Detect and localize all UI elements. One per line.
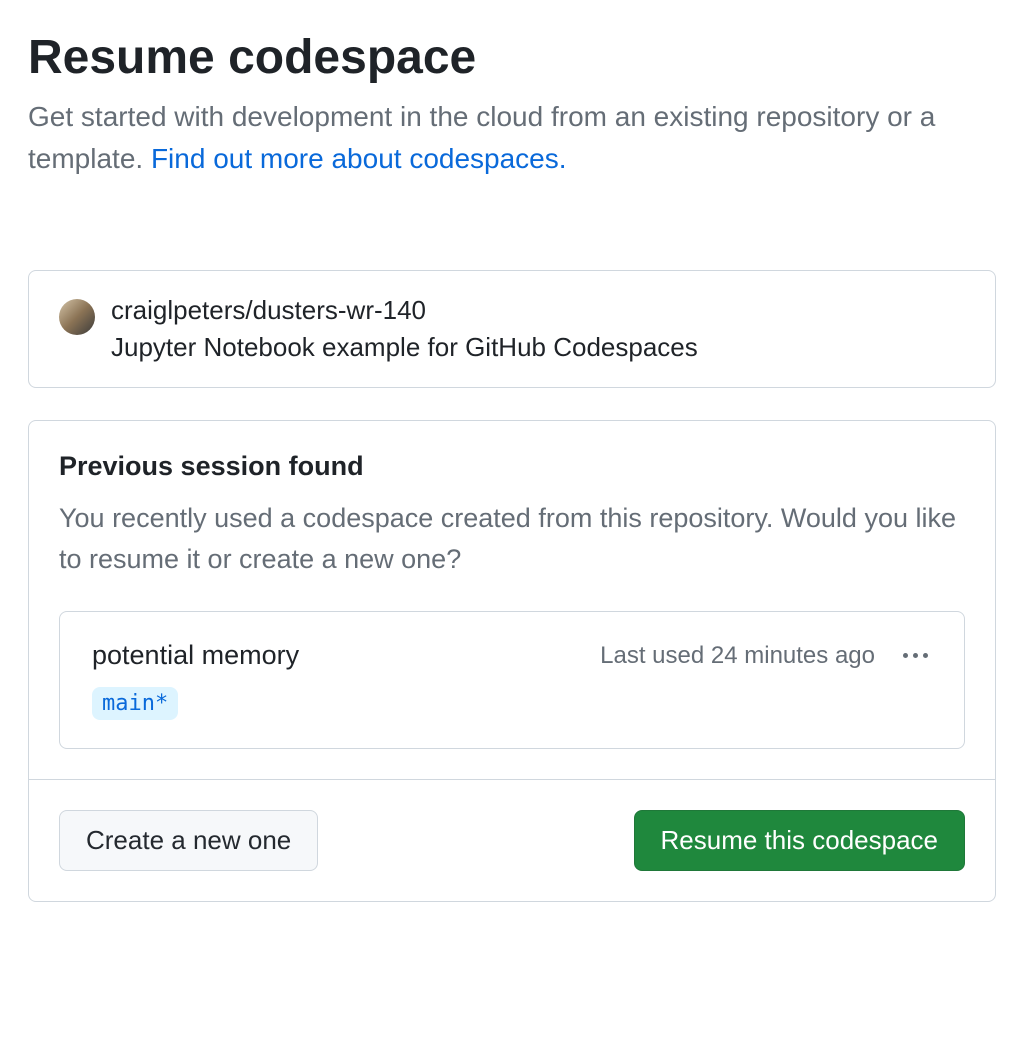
last-used-text: Last used 24 minutes ago xyxy=(600,642,875,670)
repo-description: Jupyter Notebook example for GitHub Code… xyxy=(111,332,698,363)
session-description: You recently used a codespace created fr… xyxy=(59,498,965,579)
session-heading: Previous session found xyxy=(59,451,965,482)
create-new-button[interactable]: Create a new one xyxy=(59,810,318,871)
page-title: Resume codespace xyxy=(28,28,996,88)
codespace-name: potential memory xyxy=(92,640,299,671)
previous-session-card: Previous session found You recently used… xyxy=(28,420,996,902)
repository-card: craiglpeters/dusters-wr-140 Jupyter Note… xyxy=(28,270,996,388)
branch-badge: main* xyxy=(92,687,178,720)
action-bar: Create a new one Resume this codespace xyxy=(29,779,995,901)
kebab-menu-icon[interactable] xyxy=(899,649,932,662)
page-subtitle: Get started with development in the clou… xyxy=(28,96,996,180)
repo-info: craiglpeters/dusters-wr-140 Jupyter Note… xyxy=(111,295,698,363)
resume-codespace-button[interactable]: Resume this codespace xyxy=(634,810,965,871)
repo-full-name: craiglpeters/dusters-wr-140 xyxy=(111,295,698,326)
find-out-more-link[interactable]: Find out more about codespaces. xyxy=(151,143,567,174)
avatar xyxy=(59,299,95,335)
codespace-item: potential memory Last used 24 minutes ag… xyxy=(59,611,965,749)
